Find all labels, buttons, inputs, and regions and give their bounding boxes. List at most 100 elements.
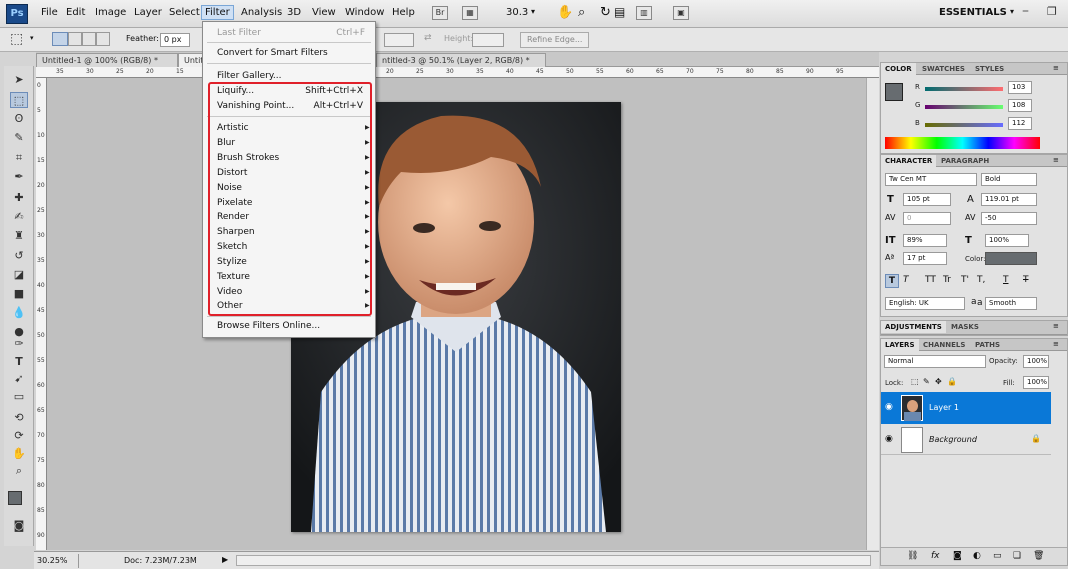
screen-mode-icon[interactable]: ▣ (673, 6, 689, 20)
tab-layers[interactable]: LAYERS (881, 339, 919, 351)
quick-selection-tool-icon[interactable]: ✎ (10, 130, 28, 146)
zoom-dropdown-icon[interactable]: ▾ (531, 7, 535, 16)
zoom-icon[interactable]: ⌕ (10, 463, 28, 479)
delete-layer-icon[interactable]: 🗑 (1033, 551, 1044, 561)
font-size-input[interactable]: 105 pt (903, 193, 951, 206)
blur-tool-icon[interactable]: 💧 (10, 305, 28, 321)
panel-menu-icon[interactable]: ≡ (1053, 64, 1059, 72)
new-layer-icon[interactable]: ❏ (1013, 551, 1021, 561)
history-brush-icon[interactable]: ↺ (10, 248, 28, 264)
view-extras-icon[interactable]: ▦ (462, 6, 478, 20)
add-mask-icon[interactable]: ◙ (953, 551, 962, 561)
lock-image-icon[interactable]: ✎ (923, 377, 930, 386)
visibility-eye-icon[interactable]: ◉ (885, 402, 893, 412)
menu-layer[interactable]: Layer (131, 6, 165, 19)
superscript-button[interactable]: T' (961, 275, 969, 285)
tab-styles[interactable]: STYLES (971, 63, 1008, 75)
status-menu-arrow-icon[interactable]: ▶ (222, 555, 228, 564)
horizontal-scrollbar[interactable] (236, 555, 871, 566)
quick-mask-icon[interactable]: ◙ (10, 518, 28, 534)
horizontal-scale-input[interactable]: 100% (985, 234, 1029, 247)
menu-analysis[interactable]: Analysis (238, 6, 285, 19)
hand-icon[interactable]: ✋ (10, 446, 28, 462)
subscript-button[interactable]: T, (977, 275, 985, 285)
eraser-tool-icon[interactable]: ◪ (10, 267, 28, 283)
brush-tool-icon[interactable]: ✍ (10, 209, 28, 225)
vertical-scale-input[interactable]: 89% (903, 234, 947, 247)
faux-italic-button[interactable]: T (903, 275, 909, 285)
small-caps-button[interactable]: Tr (943, 275, 951, 285)
antialias-select[interactable]: Smooth (985, 297, 1037, 310)
tab-swatches[interactable]: SWATCHES (918, 63, 969, 75)
color-swatch-foreground[interactable] (885, 83, 903, 101)
tab-untitled-3[interactable]: ntitled-3 @ 50.1% (Layer 2, RGB/8) * (376, 53, 546, 67)
marquee-tool-icon[interactable]: ⬚ (10, 92, 28, 108)
language-select[interactable]: English: UK (885, 297, 965, 310)
type-tool-icon[interactable]: T (10, 354, 28, 370)
move-tool-icon[interactable]: ➤ (10, 72, 28, 88)
rotate-view-icon[interactable]: ↻ (600, 5, 611, 20)
b-slider[interactable] (925, 123, 1003, 127)
visibility-eye-icon[interactable]: ◉ (885, 434, 893, 444)
zoom-level[interactable]: 30.3 (506, 7, 528, 18)
new-selection-icon[interactable] (52, 32, 68, 46)
blend-mode-select[interactable]: Normal (884, 355, 986, 368)
tab-adjustments[interactable]: ADJUSTMENTS (881, 321, 946, 333)
r-input[interactable]: 103 (1008, 81, 1032, 94)
subtract-selection-icon[interactable] (82, 32, 96, 46)
r-slider[interactable] (925, 87, 1003, 91)
3d-rotate-icon[interactable]: ⟲ (10, 410, 28, 426)
b-input[interactable]: 112 (1008, 117, 1032, 130)
feather-input[interactable]: 0 px (160, 33, 190, 47)
opacity-input[interactable]: 100% (1023, 355, 1049, 368)
refine-edge-button[interactable]: Refine Edge... (520, 32, 590, 48)
crop-tool-icon[interactable]: ⌗ (10, 150, 28, 166)
menu-filter[interactable]: Filter (201, 5, 234, 20)
new-group-icon[interactable]: ▭ (993, 551, 1002, 561)
layer-row-layer-1[interactable]: ◉ Layer 1 (881, 392, 1051, 424)
menu-file[interactable]: File (38, 6, 61, 19)
arrange-documents-icon[interactable]: ▥ (636, 6, 652, 20)
tracking-input[interactable]: -50 (981, 212, 1037, 225)
underline-button[interactable]: T (1003, 275, 1009, 285)
faux-bold-button[interactable]: T (885, 274, 899, 288)
menu-image[interactable]: Image (92, 6, 129, 19)
menu-item-browse-filters-online[interactable]: Browse Filters Online... (217, 321, 320, 331)
tab-masks[interactable]: MASKS (947, 321, 983, 333)
layer-style-icon[interactable]: fx (931, 551, 940, 561)
menu-view[interactable]: View (309, 6, 339, 19)
strikethrough-button[interactable]: T (1023, 275, 1029, 285)
panel-menu-icon[interactable]: ≡ (1053, 156, 1059, 164)
restore-icon[interactable]: ❐ (1047, 5, 1057, 18)
swap-icon[interactable]: ⇄ (424, 33, 432, 43)
foreground-color[interactable] (8, 491, 22, 505)
width-input[interactable] (384, 33, 414, 47)
color-ramp[interactable] (885, 137, 1040, 149)
menu-item-filter-gallery[interactable]: Filter Gallery... (217, 71, 282, 81)
tab-paths[interactable]: PATHS (971, 339, 1004, 351)
font-style-select[interactable]: Bold (981, 173, 1037, 186)
menu-item-convert-smart-filters[interactable]: Convert for Smart Filters (217, 48, 328, 58)
panel-menu-icon[interactable]: ≡ (1053, 322, 1059, 330)
menu-window[interactable]: Window (342, 6, 387, 19)
3d-orbit-icon[interactable]: ⟳ (10, 428, 28, 444)
path-selection-icon[interactable]: ➹ (10, 371, 28, 387)
gradient-tool-icon[interactable]: ■ (10, 286, 28, 302)
tab-character[interactable]: CHARACTER (881, 155, 937, 167)
text-color-swatch[interactable] (985, 252, 1037, 265)
tab-untitled-1[interactable]: Untitled-1 @ 100% (RGB/8) * (36, 53, 178, 67)
eyedropper-tool-icon[interactable]: ✒ (10, 169, 28, 185)
fill-input[interactable]: 100% (1023, 376, 1049, 389)
bridge-icon[interactable]: Br (432, 6, 448, 20)
g-slider[interactable] (925, 105, 1003, 109)
panel-menu-icon[interactable]: ≡ (1053, 340, 1059, 348)
add-selection-icon[interactable] (68, 32, 82, 46)
marquee-preset-icon[interactable]: ⬚ (10, 31, 23, 47)
all-caps-button[interactable]: TT (925, 275, 936, 285)
tab-paragraph[interactable]: PARAGRAPH (937, 155, 993, 167)
menu-select[interactable]: Select (166, 6, 203, 19)
preset-dropdown-icon[interactable]: ▾ (30, 34, 34, 42)
tab-color[interactable]: COLOR (881, 63, 916, 75)
lasso-tool-icon[interactable]: ʘ (10, 111, 28, 127)
layer-name[interactable]: Layer 1 (929, 403, 959, 412)
